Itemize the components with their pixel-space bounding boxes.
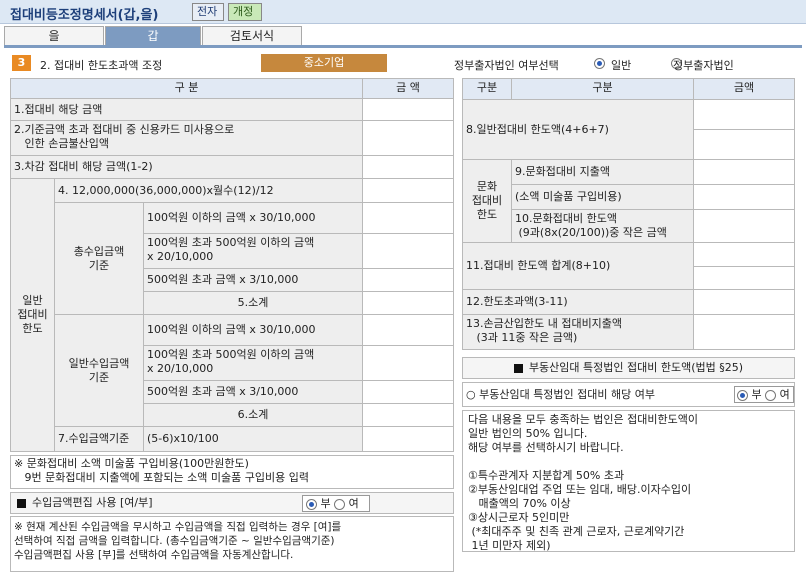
income-edit-no-label: 부 — [320, 497, 331, 510]
general-income-row2-label: 100억원 초과 500억원 이하의 금액 x 20/10,000 — [143, 345, 363, 381]
page-title: 접대비등조정명세서(갑,을) — [10, 8, 159, 23]
general-income-row1-input[interactable] — [362, 314, 454, 346]
real-estate-panel-title: 부동산임대 특정법인 접대비 한도액(법법 §25) — [462, 357, 795, 379]
total-income-row1-label: 100억원 이하의 금액 x 30/10,000 — [143, 202, 363, 234]
row8-amount-input[interactable] — [693, 99, 795, 130]
radio-general-label: 일반 — [611, 59, 632, 72]
row9-label: 9.문화접대비 지출액 — [511, 159, 694, 185]
general-income-basis-label: 일반수입금액 기준 — [54, 314, 144, 427]
row1-label: 1.접대비 해당 금액 — [10, 98, 363, 121]
income-edit-yes-radio[interactable] — [334, 498, 346, 510]
company-type-badge: 중소기업 — [261, 54, 387, 72]
row10-amount-input[interactable] — [693, 209, 795, 243]
row8-amount-input2[interactable] — [693, 129, 795, 160]
row2-amount-input[interactable] — [362, 120, 454, 156]
revision-button[interactable]: 개정 — [228, 3, 262, 21]
income-edit-no-radio[interactable] — [306, 498, 317, 510]
section-title: 2. 접대비 한도초과액 조정 — [40, 59, 163, 72]
tab-gap[interactable]: 갑 — [105, 26, 201, 46]
row10-label: 10.문화접대비 한도액 (9과(8x(20/100))중 작은 금액 — [511, 209, 694, 243]
subtotal5-label: 5.소계 — [143, 291, 363, 315]
row13-amount-input[interactable] — [693, 314, 795, 350]
real-estate-note: 다음 내용을 모두 충족하는 법인은 접대비한도액이 일반 법인의 50% 입니… — [462, 410, 795, 552]
income-edit-note: ※ 현재 계산된 수입금액을 무시하고 수입금액을 직접 입력하는 경우 [여]… — [10, 516, 454, 572]
left-header-gubun: 구 분 — [10, 78, 363, 99]
culture-art-note: ※ 문화접대비 소액 미술품 구입비용(100만원한도) 9번 문화접대비 지출… — [10, 455, 454, 489]
row1-amount-input[interactable] — [362, 98, 454, 121]
row11-amount-input2[interactable] — [693, 266, 795, 290]
general-limit-label: 일반 접대비 한도 — [10, 178, 55, 452]
radio-gov-corp-label: 정부출자법인 — [673, 59, 734, 72]
total-income-row2-input[interactable] — [362, 233, 454, 269]
row4-label: 4. 12,000,000(36,000,000)x월수(12)/12 — [54, 178, 363, 203]
total-income-row3-label: 500억원 초과 금액 x 3/10,000 — [143, 268, 363, 292]
general-income-row3-label: 500억원 초과 금액 x 3/10,000 — [143, 380, 363, 404]
row2-label: 2.기준금액 초과 접대비 중 신용카드 미사용으로 인한 손금불산입액 — [10, 120, 363, 156]
row3-amount-input[interactable] — [362, 155, 454, 179]
row11-amount-input[interactable] — [693, 242, 795, 267]
subtotal5-input[interactable] — [362, 291, 454, 315]
income-edit-title-text: 수입금액편집 사용 [여/부] — [32, 496, 153, 509]
square-bullet-icon — [513, 363, 523, 373]
income-edit-panel-title: 수입금액편집 사용 [여/부] — [10, 492, 454, 514]
subtotal6-label: 6.소계 — [143, 403, 363, 427]
general-income-row3-input[interactable] — [362, 380, 454, 404]
culture-limit-label: 문화 접대비 한도 — [462, 159, 512, 243]
income-edit-yes-label: 여 — [348, 497, 359, 510]
right-header-gubun1: 구분 — [462, 78, 512, 100]
total-income-basis-label: 총수입금액 기준 — [54, 202, 144, 315]
section-number-badge: 3 — [12, 55, 31, 71]
subtotal6-input[interactable] — [362, 403, 454, 427]
total-income-row2-label: 100억원 초과 500억원 이하의 금액 x 20/10,000 — [143, 233, 363, 269]
row12-label: 12.한도초과액(3-11) — [462, 289, 694, 315]
real-estate-toggle: 부 여 — [734, 386, 794, 403]
row7-label: 7.수입금액기준 — [54, 426, 144, 452]
row11-label: 11.접대비 한도액 합계(8+10) — [462, 242, 694, 290]
income-edit-toggle: 부 여 — [302, 495, 370, 512]
row7-amount-input[interactable] — [362, 426, 454, 452]
radio-general[interactable] — [594, 57, 605, 69]
tab-underline — [4, 45, 802, 48]
row9b-label: (소액 미술품 구입비용) — [511, 184, 694, 210]
right-header-amount: 금액 — [693, 78, 795, 100]
tab-eul[interactable]: 을 — [4, 26, 104, 46]
real-estate-yes-label: 여 — [779, 388, 790, 401]
row13-label: 13.손금산입한도 내 접대비지출액 (3과 11중 작은 금액) — [462, 314, 694, 350]
left-header-amount: 금 액 — [362, 78, 454, 99]
row8-label: 8.일반접대비 한도액(4+6+7) — [462, 99, 694, 160]
row7-formula: (5-6)x10/100 — [143, 426, 363, 452]
general-income-row2-input[interactable] — [362, 345, 454, 381]
general-income-row1-label: 100억원 이하의 금액 x 30/10,000 — [143, 314, 363, 346]
tab-review-form[interactable]: 검토서식 — [202, 26, 302, 46]
row9-amount-input[interactable] — [693, 159, 795, 185]
total-income-row1-input[interactable] — [362, 202, 454, 234]
right-header-gubun2: 구분 — [511, 78, 694, 100]
row3-label: 3.차감 접대비 해당 금액(1-2) — [10, 155, 363, 179]
real-estate-no-label: 부 — [751, 388, 762, 401]
square-bullet-icon — [17, 498, 26, 508]
total-income-row3-input[interactable] — [362, 268, 454, 292]
row9b-amount-input[interactable] — [693, 184, 795, 210]
electronic-button[interactable]: 전자 — [192, 3, 224, 21]
real-estate-title-text: 부동산임대 특정법인 접대비 한도액(법법 §25) — [528, 361, 744, 374]
real-estate-question: ○ 부동산임대 특정법인 접대비 해당 여부 — [466, 388, 655, 401]
gov-investment-label: 정부출자법인 여부선택 — [454, 59, 559, 72]
real-estate-no-radio[interactable] — [737, 389, 748, 401]
title-bar: 접대비등조정명세서(갑,을) 전자 개정 — [0, 0, 806, 24]
row12-amount-input[interactable] — [693, 289, 795, 315]
real-estate-yes-radio[interactable] — [765, 389, 777, 401]
row4-amount-input[interactable] — [362, 178, 454, 203]
